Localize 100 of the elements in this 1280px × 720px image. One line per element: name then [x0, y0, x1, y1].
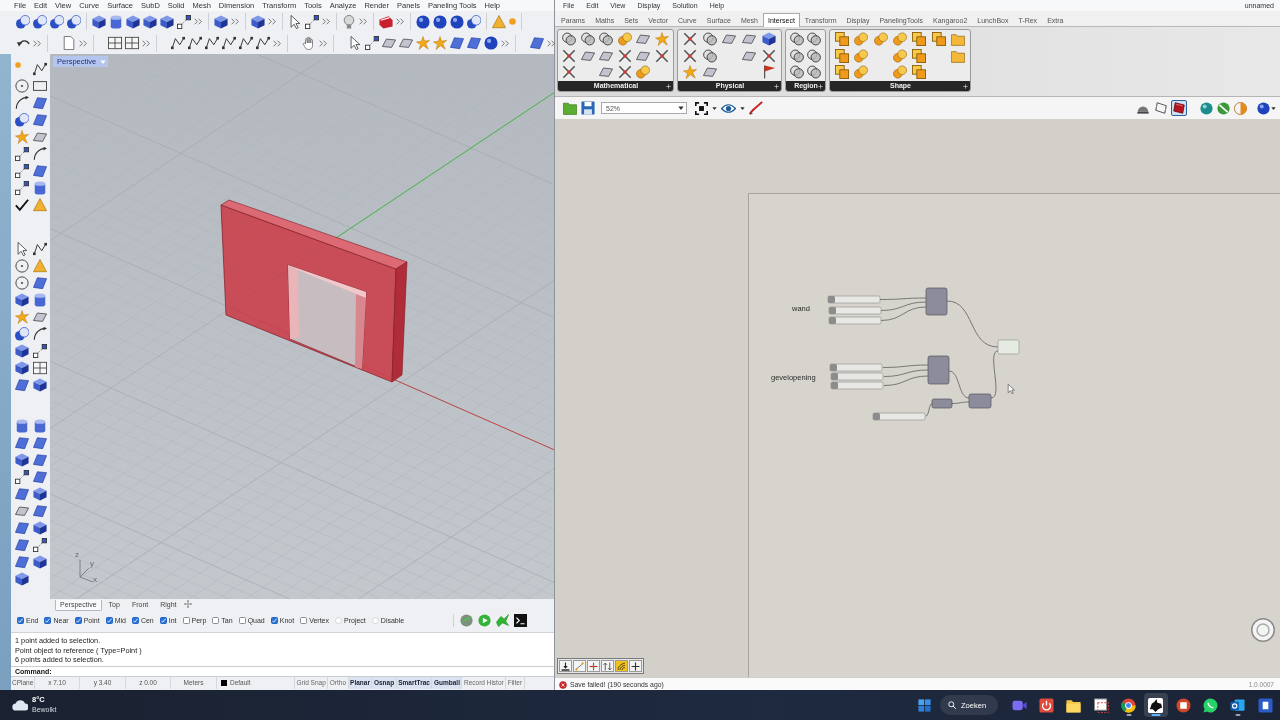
surface-icon[interactable]	[14, 436, 29, 450]
disc-with-arc-icon[interactable]	[460, 613, 473, 627]
overlapping-circles-icon[interactable]	[562, 32, 577, 47]
sphere-icon[interactable]	[1200, 101, 1213, 115]
surface-icon[interactable]	[467, 36, 481, 50]
cube-icon[interactable]	[14, 453, 29, 467]
squares-icon[interactable]	[834, 64, 849, 79]
checkbox[interactable]	[44, 616, 52, 624]
points-icon[interactable]	[177, 14, 191, 29]
points-icon[interactable]	[14, 181, 29, 195]
surface-icon[interactable]	[32, 453, 47, 467]
blobs-icon[interactable]	[854, 64, 869, 79]
cube-icon[interactable]	[32, 521, 47, 535]
plane-icon[interactable]	[32, 130, 47, 144]
surface-icon[interactable]	[450, 36, 464, 50]
plane-icon[interactable]	[382, 36, 396, 50]
slider-node[interactable]	[830, 372, 884, 381]
hand-icon[interactable]	[302, 36, 316, 50]
surface-icon[interactable]	[14, 555, 29, 569]
chevron-icon[interactable]	[79, 38, 88, 48]
polyline-icon[interactable]	[32, 62, 47, 76]
taskbar-button[interactable]	[1143, 693, 1168, 717]
arc-icon[interactable]	[32, 327, 47, 341]
surface-icon[interactable]	[14, 378, 29, 392]
pane-grid-icon[interactable]	[125, 36, 139, 50]
overlapping-circles-icon[interactable]	[702, 32, 717, 47]
surface-icon[interactable]	[14, 521, 29, 535]
chevron-icon[interactable]	[33, 38, 42, 48]
spheres-icon[interactable]	[14, 327, 29, 341]
checkbox[interactable]	[182, 616, 190, 624]
plane-icon[interactable]	[742, 48, 757, 63]
chevron-icon[interactable]	[547, 38, 556, 48]
component-node[interactable]	[925, 287, 948, 316]
plane-icon[interactable]	[399, 36, 413, 50]
surface-icon[interactable]	[32, 96, 47, 110]
sphere-icon[interactable]	[433, 14, 447, 29]
cross-icon[interactable]	[682, 48, 697, 63]
polyline-icon[interactable]	[188, 36, 202, 50]
chevron-icon[interactable]	[396, 17, 405, 26]
cube-icon[interactable]	[32, 555, 47, 569]
flag-icon[interactable]	[762, 64, 777, 79]
plane-icon[interactable]	[636, 32, 651, 47]
panel-node[interactable]	[997, 339, 1020, 355]
power-icon[interactable]	[1039, 697, 1055, 713]
polyline-icon[interactable]	[239, 36, 253, 50]
search-icon[interactable]	[948, 701, 957, 709]
cross-icon[interactable]	[617, 48, 632, 63]
checkbox[interactable]	[300, 616, 308, 624]
cube-icon[interactable]	[92, 14, 106, 29]
blobs-icon[interactable]	[893, 32, 907, 47]
blobs-icon[interactable]	[893, 64, 907, 79]
pointer-icon[interactable]	[14, 242, 29, 256]
points-icon[interactable]	[32, 344, 47, 358]
spheres-icon[interactable]	[467, 14, 481, 29]
cube-icon[interactable]	[143, 14, 157, 29]
chevron-icon[interactable]	[319, 38, 328, 48]
surface-icon[interactable]	[32, 436, 47, 450]
caret-icon[interactable]	[740, 105, 745, 111]
animal-head-icon[interactable]	[1148, 697, 1164, 713]
cross-icon[interactable]	[654, 48, 669, 63]
overlapping-circles-icon[interactable]	[789, 32, 804, 47]
plane-icon[interactable]	[742, 32, 757, 47]
bulb-icon[interactable]	[342, 14, 356, 29]
cross-icon[interactable]	[562, 64, 577, 79]
pane-grid-icon[interactable]	[32, 361, 47, 375]
overlapping-circles-icon[interactable]	[702, 48, 717, 63]
component-node[interactable]	[927, 355, 950, 385]
striped-sphere-icon[interactable]	[1217, 101, 1230, 115]
cube-icon[interactable]	[14, 293, 29, 307]
polyline-icon[interactable]	[171, 36, 185, 50]
tiles-icon[interactable]	[917, 698, 931, 712]
overlapping-circles-icon[interactable]	[599, 32, 614, 47]
points-icon[interactable]	[365, 36, 379, 50]
caret-icon[interactable]	[678, 105, 684, 111]
squares-icon[interactable]	[912, 32, 927, 47]
plane-icon[interactable]	[14, 504, 29, 518]
points-icon[interactable]	[14, 164, 29, 178]
caret-icon[interactable]	[712, 105, 717, 111]
checkbox[interactable]	[105, 616, 113, 624]
folder-icon[interactable]	[1066, 697, 1082, 713]
chevron-icon[interactable]	[194, 17, 203, 26]
surface-icon[interactable]	[32, 276, 47, 290]
cube-icon[interactable]	[14, 344, 29, 358]
cylinder-icon[interactable]	[32, 419, 47, 433]
pointer-icon[interactable]	[288, 14, 302, 29]
dot-icon[interactable]	[14, 62, 21, 68]
slider-node[interactable]	[827, 295, 881, 304]
cube-icon[interactable]	[251, 14, 265, 29]
sphere-icon[interactable]	[450, 14, 464, 29]
slider-node[interactable]	[829, 363, 883, 372]
surface-icon[interactable]	[14, 487, 29, 501]
spheres-icon[interactable]	[67, 14, 81, 29]
plane-icon[interactable]	[599, 64, 614, 79]
cross-icon[interactable]	[617, 64, 632, 79]
arc-icon[interactable]	[14, 96, 29, 110]
tick-icon[interactable]	[14, 198, 29, 212]
plane-icon[interactable]	[702, 64, 717, 79]
overlapping-circles-icon[interactable]	[789, 48, 804, 63]
save-icon[interactable]	[581, 101, 595, 115]
ring-tiles-icon[interactable]	[1230, 697, 1246, 713]
